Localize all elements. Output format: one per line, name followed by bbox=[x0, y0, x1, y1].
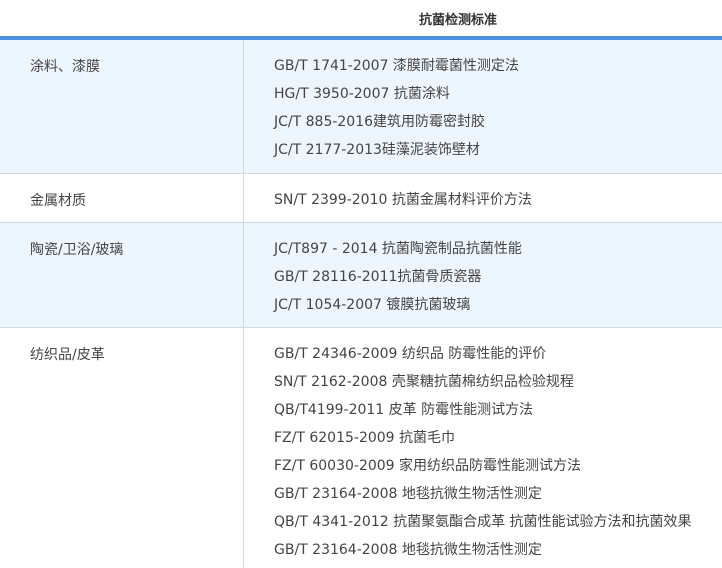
standards-cell: SN/T 2399-2010 抗菌金属材料评价方法 bbox=[244, 174, 722, 222]
standard-item: FZ/T 62015-2009 抗菌毛巾 bbox=[274, 430, 456, 446]
table-header: 抗菌检测标准 bbox=[0, 0, 722, 36]
standard-item: SN/T 2162-2008 壳聚糖抗菌棉纺织品检验规程 bbox=[274, 374, 574, 390]
standard-item: JC/T 1054-2007 镀膜抗菌玻璃 bbox=[274, 297, 471, 313]
table-row: 陶瓷/卫浴/玻璃 JC/T897 - 2014 抗菌陶瓷制品抗菌性能 GB/T … bbox=[0, 223, 722, 328]
table-row: 纺织品/皮革 GB/T 24346-2009 纺织品 防霉性能的评价 SN/T … bbox=[0, 328, 722, 568]
category-cell: 金属材质 bbox=[0, 174, 244, 222]
standard-item: GB/T 23164-2008 地毯抗微生物活性测定 bbox=[274, 486, 542, 502]
standard-item: JC/T 885-2016建筑用防霉密封胶 bbox=[274, 114, 486, 130]
category-cell: 涂料、漆膜 bbox=[0, 40, 244, 173]
standard-item: GB/T 23164-2008 地毯抗微生物活性测定 bbox=[274, 542, 542, 558]
standards-table: 抗菌检测标准 涂料、漆膜 GB/T 1741-2007 漆膜耐霉菌性测定法 HG… bbox=[0, 0, 722, 568]
standard-item: QB/T 4341-2012 抗菌聚氨酯合成革 抗菌性能试验方法和抗菌效果 bbox=[274, 514, 692, 530]
standard-item: GB/T 1741-2007 漆膜耐霉菌性测定法 bbox=[274, 58, 519, 74]
standard-item: HG/T 3950-2007 抗菌涂料 bbox=[274, 86, 450, 102]
standards-cell: GB/T 1741-2007 漆膜耐霉菌性测定法 HG/T 3950-2007 … bbox=[244, 40, 722, 173]
standard-item: FZ/T 60030-2009 家用纺织品防霉性能测试方法 bbox=[274, 458, 582, 474]
standard-item: JC/T 2177-2013硅藻泥装饰壁材 bbox=[274, 142, 480, 158]
standard-item: SN/T 2399-2010 抗菌金属材料评价方法 bbox=[274, 192, 532, 208]
table-row: 金属材质 SN/T 2399-2010 抗菌金属材料评价方法 bbox=[0, 174, 722, 223]
standard-item: GB/T 28116-2011抗菌骨质瓷器 bbox=[274, 269, 482, 285]
category-cell: 陶瓷/卫浴/玻璃 bbox=[0, 223, 244, 327]
standard-item: QB/T4199-2011 皮革 防霉性能测试方法 bbox=[274, 402, 534, 418]
standard-item: GB/T 24346-2009 纺织品 防霉性能的评价 bbox=[274, 346, 547, 362]
standards-cell: GB/T 24346-2009 纺织品 防霉性能的评价 SN/T 2162-20… bbox=[244, 328, 722, 568]
column-header-standards: 抗菌检测标准 bbox=[418, 13, 497, 28]
standards-cell: JC/T897 - 2014 抗菌陶瓷制品抗菌性能 GB/T 28116-201… bbox=[244, 223, 722, 327]
table-row: 涂料、漆膜 GB/T 1741-2007 漆膜耐霉菌性测定法 HG/T 3950… bbox=[0, 40, 722, 174]
category-cell: 纺织品/皮革 bbox=[0, 328, 244, 568]
standard-item: JC/T897 - 2014 抗菌陶瓷制品抗菌性能 bbox=[274, 241, 522, 257]
